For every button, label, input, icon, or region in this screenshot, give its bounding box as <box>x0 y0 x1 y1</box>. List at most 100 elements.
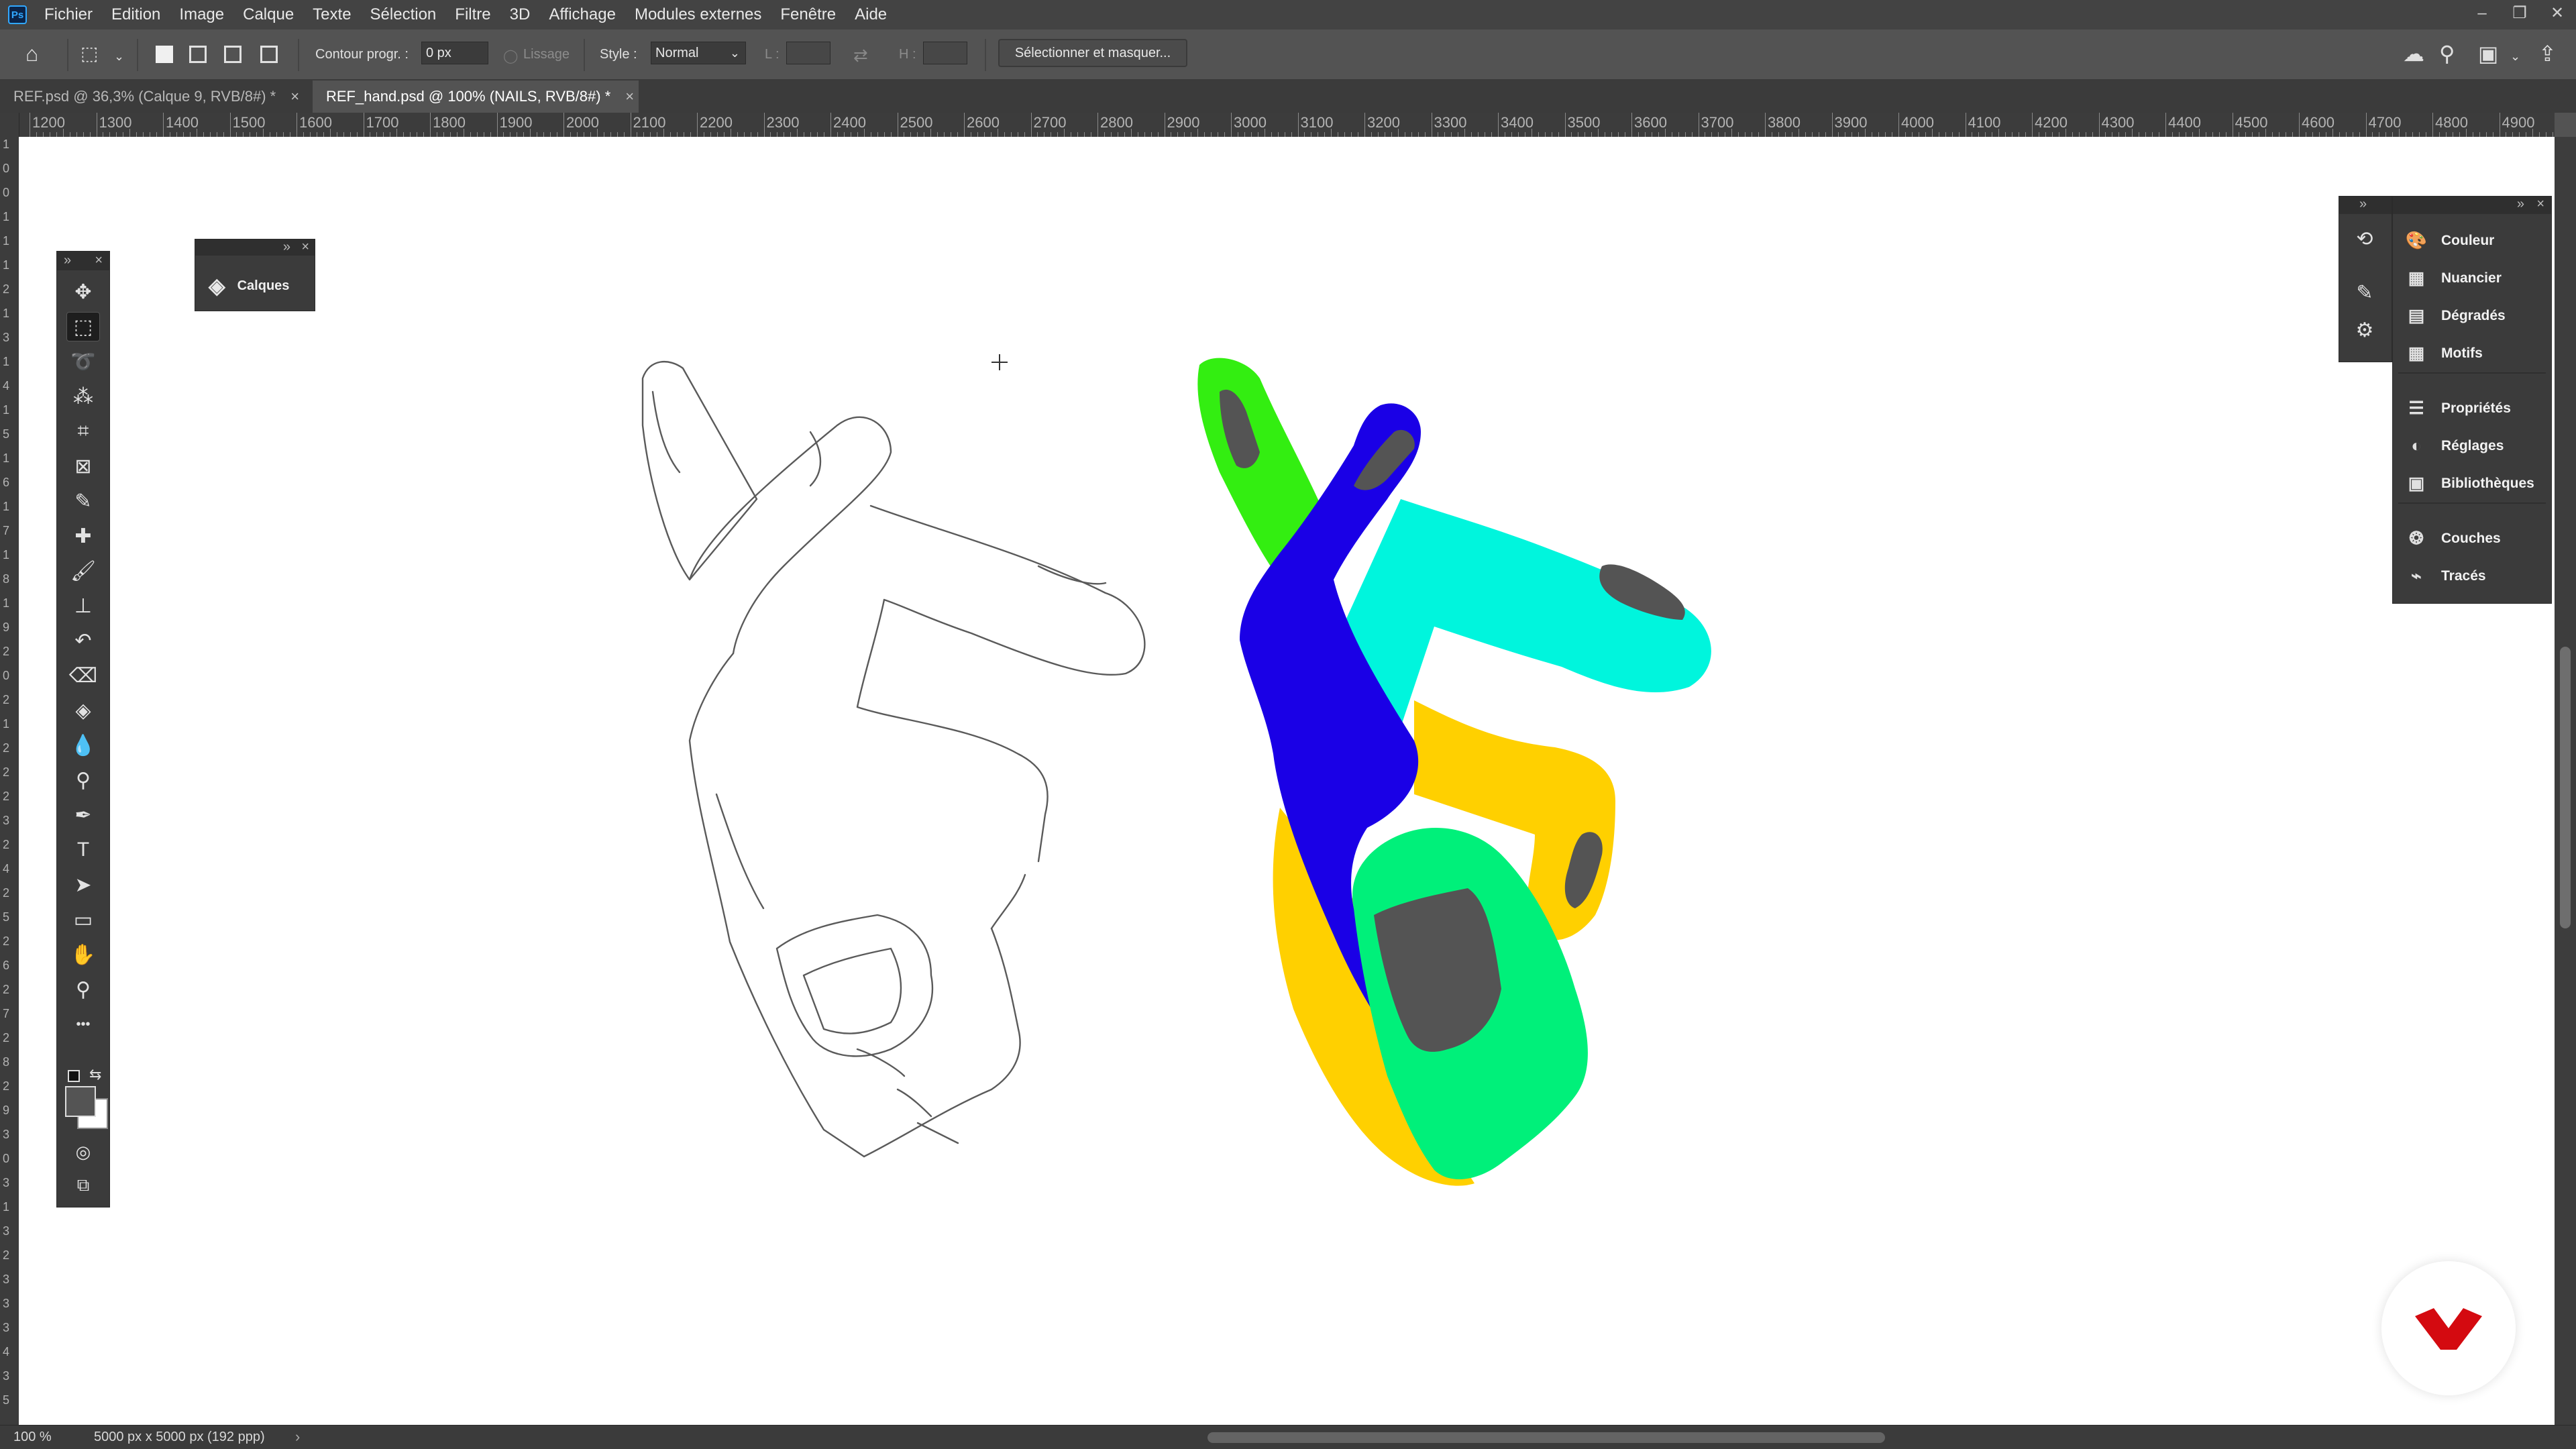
document-canvas[interactable] <box>19 137 2555 1425</box>
close-tab-icon[interactable]: × <box>290 88 299 105</box>
ruler-tick <box>36 132 37 137</box>
ruler-tick <box>710 132 711 137</box>
swap-dimensions-icon[interactable]: ⇄ <box>853 44 868 66</box>
close-window-icon[interactable]: ✕ <box>2538 0 2576 30</box>
collapse-icon[interactable]: » <box>2359 197 2367 212</box>
close-tab-icon[interactable]: × <box>625 88 634 105</box>
cloud-docs-icon[interactable]: ☁ <box>2403 43 2424 64</box>
width-input[interactable] <box>786 42 830 64</box>
path-selection-tool-icon[interactable]: ➤ <box>66 870 100 900</box>
document-info[interactable]: 5000 px x 5000 px (192 ppp) <box>94 1430 265 1445</box>
menu-item[interactable]: Modules externes <box>635 5 761 24</box>
tab-ref-hand-psd[interactable]: REF_hand.psd @ 100% (NAILS, RVB/8#) * × <box>313 80 639 113</box>
panel-couches[interactable]: ❂ Couches <box>2405 528 2501 549</box>
close-icon[interactable]: × <box>95 253 103 268</box>
height-input[interactable] <box>923 42 967 64</box>
add-selection-icon[interactable] <box>189 46 207 63</box>
panel-bibliotheques[interactable]: ▣ Bibliothèques <box>2405 473 2534 494</box>
home-icon[interactable]: ⌂ <box>25 43 38 64</box>
foreground-color-swatch[interactable] <box>65 1086 96 1117</box>
select-and-mask-button[interactable]: Sélectionner et masquer... <box>998 39 1187 67</box>
marquee-preset-icon[interactable]: ⬚ <box>80 43 98 64</box>
layers-panel-button[interactable]: ◈ Calques <box>209 273 289 299</box>
vertical-scrollbar[interactable] <box>2555 137 2576 1425</box>
menu-item[interactable]: Edition <box>111 5 160 24</box>
close-icon[interactable]: × <box>2536 197 2544 212</box>
style-select[interactable]: Normal ⌄ <box>651 42 746 64</box>
move-tool-icon[interactable]: ✥ <box>66 277 100 307</box>
dock-header[interactable]: » <box>2339 197 2392 214</box>
tools-panel-header[interactable]: » × <box>57 252 109 270</box>
vertical-ruler[interactable]: 1 0 0 1 1 1 2 1 3 1 4 1 5 1 6 1 7 1 8 1 9 2 0 2 1 2 2 2 3 2 4 2 5 2 6 2 7 2 8 2… <box>0 113 19 1425</box>
marquee-tool-icon[interactable]: ⬚ <box>66 312 100 341</box>
magic-wand-tool-icon[interactable]: ⁂ <box>66 382 100 411</box>
menu-item[interactable]: Calque <box>243 5 294 24</box>
horizontal-scroll-thumb[interactable] <box>1208 1432 1885 1443</box>
history-brush-tool-icon[interactable]: ↶ <box>66 626 100 655</box>
restore-icon[interactable]: ❐ <box>2501 0 2538 30</box>
quick-mask-icon[interactable]: ◎ <box>66 1137 100 1167</box>
panel-nuancier[interactable]: ▦ Nuancier <box>2405 268 2502 288</box>
more-tools-icon[interactable]: ••• <box>66 1010 100 1039</box>
minimize-icon[interactable]: – <box>2463 0 2501 30</box>
frame-tool-icon[interactable]: ⊠ <box>66 451 100 481</box>
menu-item[interactable]: Sélection <box>370 5 437 24</box>
menu-item[interactable]: Affichage <box>549 5 616 24</box>
panel-reglages[interactable]: ◐ Réglages <box>2405 435 2504 456</box>
horizontal-ruler[interactable]: 1200 1300 1400 1500 1600 1700 1800 1900 2000 2100… <box>19 113 2555 138</box>
menu-item[interactable]: Filtre <box>455 5 490 24</box>
menu-item[interactable]: Texte <box>313 5 351 24</box>
menu-item[interactable]: Fenêtre <box>780 5 836 24</box>
crop-tool-icon[interactable]: ⌗ <box>66 417 100 446</box>
swap-colors-icon[interactable]: ⇆ <box>89 1066 101 1083</box>
adjust-icon[interactable]: ⚙ <box>2351 317 2378 344</box>
paint-bucket-tool-icon[interactable]: ◈ <box>66 696 100 725</box>
close-icon[interactable]: × <box>301 239 309 255</box>
panel-degrades[interactable]: ▤ Dégradés <box>2405 305 2506 326</box>
new-selection-icon[interactable] <box>156 46 173 63</box>
menu-item[interactable]: Fichier <box>44 5 93 24</box>
history-icon[interactable]: ⟲ <box>2351 226 2378 253</box>
contour-input[interactable]: 0 px <box>421 42 488 64</box>
ruler-tick <box>2078 132 2080 137</box>
zoom-level[interactable]: 100 % <box>13 1430 52 1445</box>
type-tool-icon[interactable]: T <box>66 835 100 865</box>
chevron-down-icon[interactable]: ⌄ <box>2510 46 2520 67</box>
rectangle-tool-icon[interactable]: ▭ <box>66 905 100 934</box>
collapse-icon[interactable]: » <box>283 239 290 255</box>
intersect-selection-icon[interactable] <box>260 46 278 63</box>
panel-proprietes[interactable]: ☰ Propriétés <box>2405 398 2511 419</box>
blur-tool-icon[interactable]: 💧 <box>66 731 100 760</box>
screen-mode-icon[interactable]: ⧉ <box>66 1171 100 1200</box>
menu-item[interactable]: Aide <box>855 5 887 24</box>
layers-panel-header[interactable]: » × <box>195 239 315 256</box>
healing-brush-tool-icon[interactable]: ✚ <box>66 521 100 551</box>
tab-ref-psd[interactable]: REF.psd @ 36,3% (Calque 9, RVB/8#) * × <box>0 80 313 113</box>
hand-tool-icon[interactable]: ✋ <box>66 940 100 969</box>
zoom-tool-icon[interactable]: ⚲ <box>66 975 100 1004</box>
vertical-scroll-thumb[interactable] <box>2560 647 2571 928</box>
pen-tool-icon[interactable]: ✒ <box>66 800 100 830</box>
brush-tool-icon[interactable]: 🖌 <box>66 556 100 586</box>
panel-couleur[interactable]: 🎨 Couleur <box>2405 230 2495 251</box>
workspace-icon[interactable]: ▣ <box>2478 43 2498 64</box>
panel-traces[interactable]: ⌁ Tracés <box>2405 566 2485 586</box>
search-icon[interactable]: ⚲ <box>2439 43 2455 64</box>
stamp-tool-icon[interactable]: ⊥ <box>66 591 100 621</box>
panel-motifs[interactable]: ▦ Motifs <box>2405 343 2483 364</box>
eyedropper-tool-icon[interactable]: ✎ <box>66 486 100 516</box>
chevron-down-icon[interactable]: ⌄ <box>114 46 124 67</box>
dodge-tool-icon[interactable]: ⚲ <box>66 765 100 795</box>
panel-dock-header[interactable]: » × <box>2393 197 2551 214</box>
lissage-checkbox[interactable]: ◯ <box>503 46 518 67</box>
menu-item[interactable]: 3D <box>510 5 531 24</box>
lasso-tool-icon[interactable]: ➰ <box>66 347 100 376</box>
brush-settings-icon[interactable]: ✎ <box>2351 280 2378 307</box>
collapse-icon[interactable]: » <box>2517 197 2524 212</box>
eraser-tool-icon[interactable]: ⌫ <box>66 661 100 690</box>
chevron-right-icon[interactable]: › <box>295 1428 300 1446</box>
share-icon[interactable]: ⇪ <box>2538 43 2557 64</box>
subtract-selection-icon[interactable] <box>224 46 241 63</box>
collapse-icon[interactable]: » <box>64 253 71 268</box>
menu-item[interactable]: Image <box>179 5 224 24</box>
